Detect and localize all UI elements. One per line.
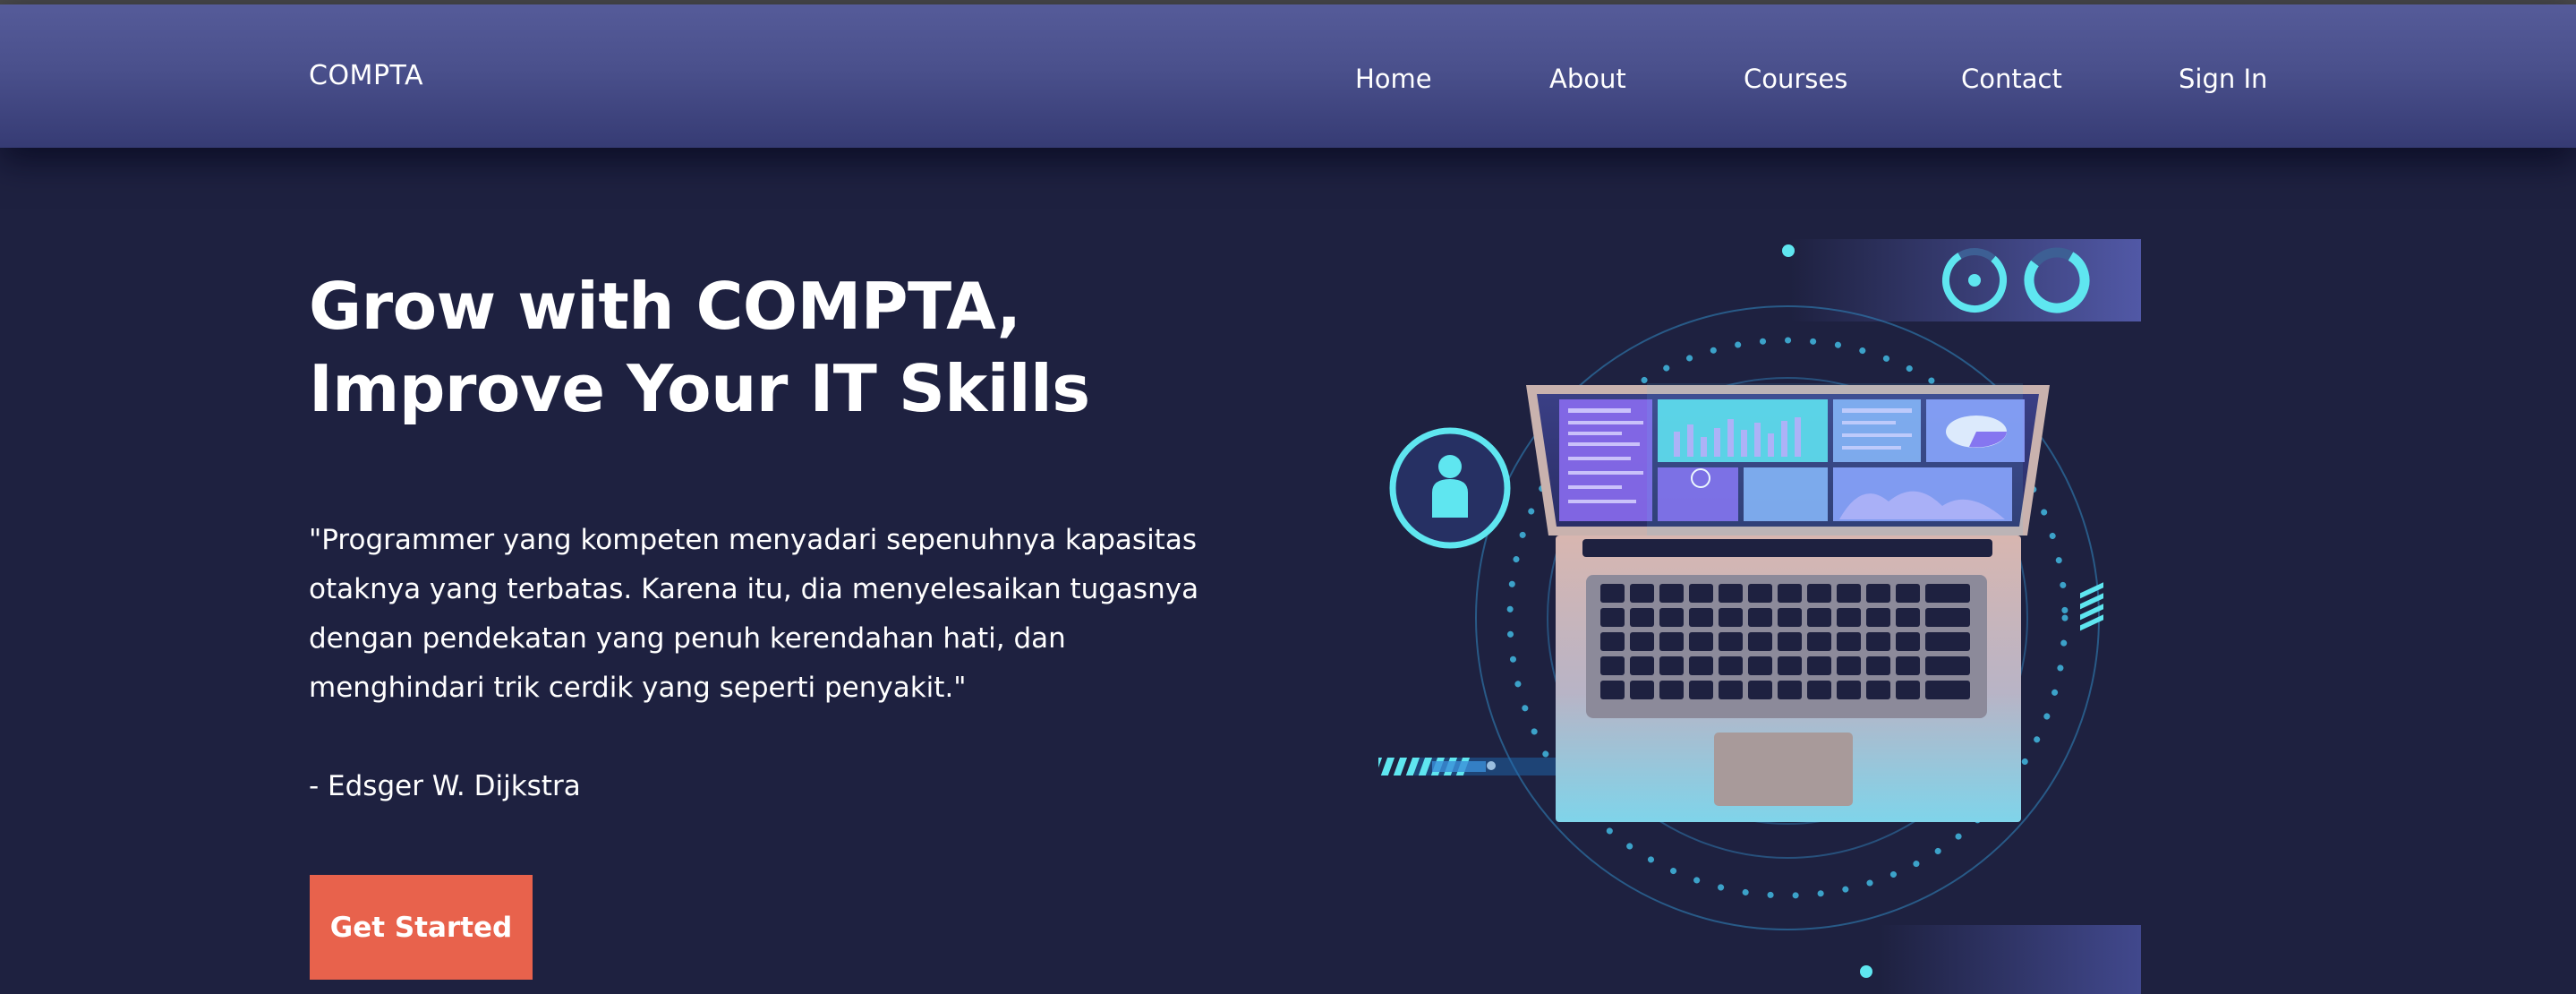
- glow-dot: [1782, 244, 1795, 257]
- laptop-trackpad: [1714, 733, 1853, 806]
- nav-link-courses[interactable]: Courses: [1744, 64, 1847, 94]
- hero-title-line: Improve Your IT Skills: [309, 351, 1090, 426]
- laptop-illustration: [1378, 239, 2141, 994]
- vertical-stripes: [2080, 582, 2103, 631]
- quote-author: - Edsger W. Dijkstra: [309, 770, 581, 802]
- navbar: COMPTA Home About Courses Contact Sign I…: [0, 4, 2576, 148]
- quote-line: otaknya yang terbatas. Karena itu, dia m…: [309, 573, 1199, 605]
- brand-logo[interactable]: COMPTA: [309, 60, 423, 91]
- hero-title: Grow with COMPTA, Improve Your IT Skills: [309, 265, 1293, 430]
- nav-link-sign-in[interactable]: Sign In: [2179, 64, 2267, 94]
- nav-link-about[interactable]: About: [1549, 64, 1626, 94]
- quote-line: menghindari trik cerdik yang seperti pen…: [309, 672, 967, 704]
- quote-line: "Programmer yang kompeten menyadari sepe…: [309, 524, 1197, 556]
- glow-dot: [1860, 965, 1872, 978]
- nav-link-contact[interactable]: Contact: [1961, 64, 2062, 94]
- hero-title-line: Grow with COMPTA,: [309, 269, 1021, 344]
- quote-line: dengan pendekatan yang penuh kerendahan …: [309, 622, 1066, 655]
- hero-quote: "Programmer yang kompeten menyadari sepe…: [309, 516, 1258, 713]
- laptop-icon: [1526, 383, 2050, 822]
- nav-link-home[interactable]: Home: [1355, 64, 1432, 94]
- get-started-button[interactable]: Get Started: [310, 875, 533, 980]
- user-icon: [1389, 427, 1511, 549]
- bottom-right-panel: [1880, 925, 2141, 994]
